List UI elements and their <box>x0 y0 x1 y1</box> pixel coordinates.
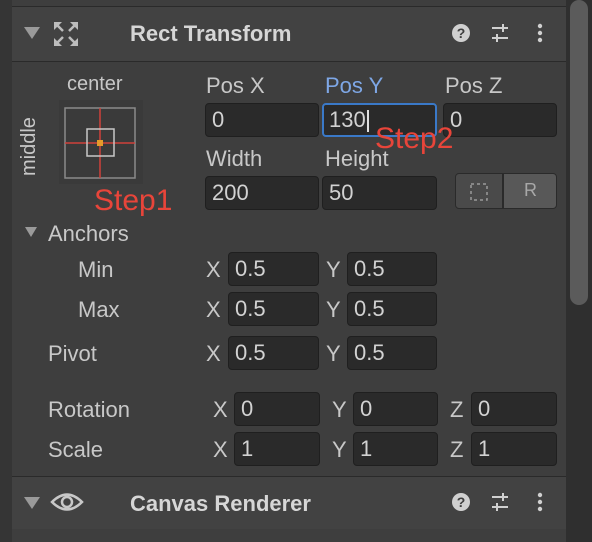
foldout-arrow-icon[interactable] <box>24 27 40 39</box>
scale-label: Scale <box>48 437 104 462</box>
blueprint-mode-button[interactable] <box>455 173 503 209</box>
edit-mode-buttons: R <box>455 173 557 209</box>
foldout-arrow-icon[interactable] <box>24 497 40 509</box>
rotation-z-field[interactable]: 0 <box>471 392 557 426</box>
transform-icon <box>54 22 78 46</box>
canvas-renderer-header[interactable]: Canvas Renderer ? <box>12 476 566 530</box>
help-icon[interactable]: ? <box>451 23 471 43</box>
pos-x-field[interactable]: 0 <box>205 103 319 137</box>
width-field[interactable]: 200 <box>205 176 319 210</box>
anchor-min-y-field[interactable]: 0.5 <box>347 252 437 286</box>
svg-text:?: ? <box>457 25 466 41</box>
left-edge <box>0 0 12 542</box>
anchor-min-x-axis: X <box>206 257 221 282</box>
help-icon[interactable]: ? <box>451 492 471 512</box>
pivot-x-axis: X <box>206 341 221 366</box>
anchor-max-x-axis: X <box>206 297 221 322</box>
scale-y-axis: Y <box>332 437 347 462</box>
raw-edit-label: R <box>524 180 537 200</box>
pivot-label: Pivot <box>48 341 97 366</box>
rotation-label: Rotation <box>48 397 130 422</box>
blueprint-icon <box>470 183 488 201</box>
step1-annotation: Step1 <box>94 184 173 217</box>
anchor-min-x-field[interactable]: 0.5 <box>228 252 319 286</box>
text-caret <box>366 110 369 133</box>
pivot-x-field[interactable]: 0.5 <box>228 336 319 370</box>
pos-z-label: Pos Z <box>445 73 503 98</box>
pos-y-label: Pos Y <box>325 73 384 98</box>
anchor-min-label: Min <box>78 257 114 282</box>
scale-z-field[interactable]: 1 <box>471 432 557 466</box>
anchor-min-y-axis: Y <box>326 257 341 282</box>
pivot-y-axis: Y <box>326 341 341 366</box>
svg-text:?: ? <box>457 494 466 510</box>
pos-y-value: 130 <box>329 107 366 132</box>
rotation-y-field[interactable]: 0 <box>353 392 438 426</box>
step2-annotation: Step2 <box>375 122 454 155</box>
anchor-max-x-field[interactable]: 0.5 <box>228 292 319 326</box>
width-label: Width <box>206 146 263 171</box>
scale-z-axis: Z <box>450 437 464 462</box>
pivot-y-field[interactable]: 0.5 <box>347 336 437 370</box>
pos-x-label: Pos X <box>206 73 265 98</box>
anchors-label[interactable]: Anchors <box>48 221 129 247</box>
anchor-max-label: Max <box>78 297 120 322</box>
anchor-max-y-axis: Y <box>326 297 341 322</box>
scrollbar-thumb[interactable] <box>570 0 588 305</box>
next-row-peek <box>12 529 566 542</box>
scale-x-axis: X <box>213 437 228 462</box>
rect-transform-header[interactable]: Rect Transform ? <box>12 6 566 62</box>
kebab-menu-icon[interactable] <box>530 492 550 512</box>
rotation-y-axis: Y <box>332 397 347 422</box>
raw-edit-button[interactable]: R <box>503 173 557 209</box>
anchors-foldout-icon[interactable] <box>25 227 37 237</box>
rotation-x-field[interactable]: 0 <box>234 392 320 426</box>
eye-icon <box>50 493 84 511</box>
height-field[interactable]: 50 <box>322 176 437 210</box>
scale-y-field[interactable]: 1 <box>353 432 438 466</box>
presets-icon[interactable] <box>490 23 510 43</box>
anchor-preset-button[interactable] <box>57 98 145 186</box>
pos-z-field[interactable]: 0 <box>443 103 557 137</box>
anchor-vertical-label: middle <box>18 117 40 176</box>
component-title: Canvas Renderer <box>130 491 311 516</box>
anchor-horizontal-label: center <box>67 73 123 95</box>
presets-icon[interactable] <box>490 492 510 512</box>
rotation-x-axis: X <box>213 397 228 422</box>
kebab-menu-icon[interactable] <box>530 23 550 43</box>
component-title: Rect Transform <box>130 21 292 46</box>
rotation-z-axis: Z <box>450 397 464 422</box>
anchor-max-y-field[interactable]: 0.5 <box>347 292 437 326</box>
scale-x-field[interactable]: 1 <box>234 432 320 466</box>
